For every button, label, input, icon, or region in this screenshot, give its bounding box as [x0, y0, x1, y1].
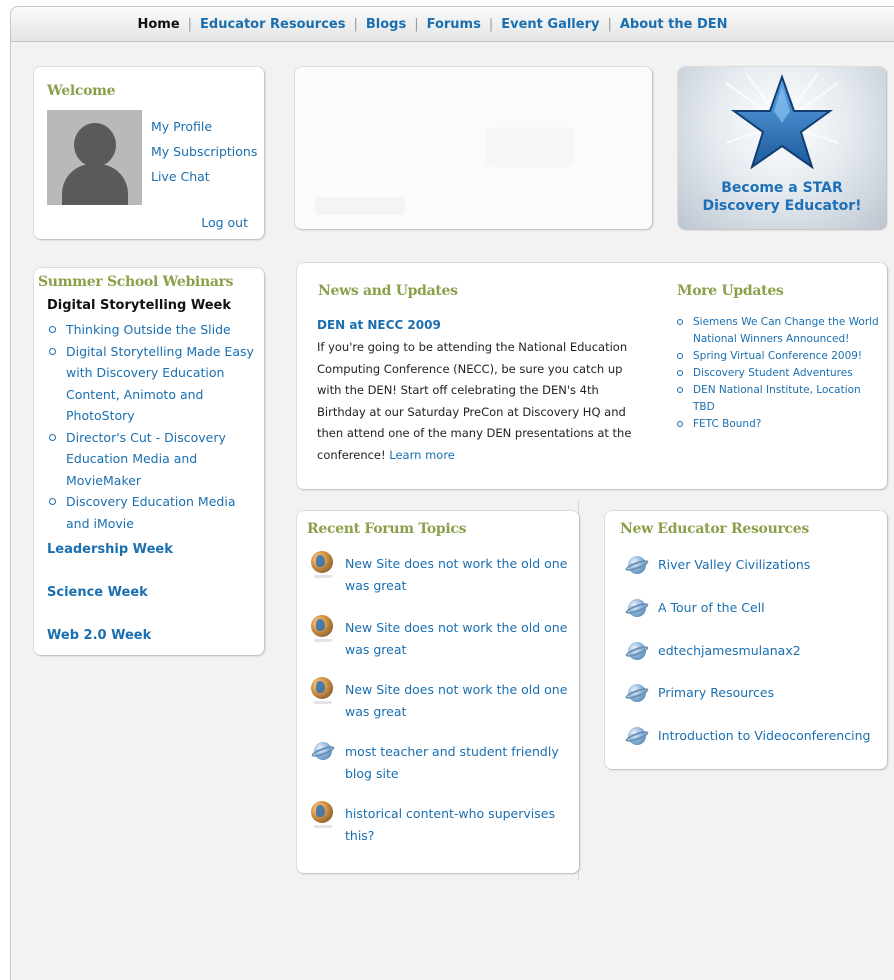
resource-link[interactable]: Primary Resources [658, 685, 774, 700]
forum-title: Recent Forum Topics [307, 521, 467, 537]
list-item: FETC Bound? [677, 416, 882, 433]
list-item: Thinking Outside the Slide [47, 319, 262, 341]
list-item: Primary Resources [624, 681, 885, 707]
session-link[interactable]: Thinking Outside the Slide [66, 322, 231, 337]
update-link[interactable]: DEN National Institute, Location TBD [693, 384, 861, 413]
my-profile-link[interactable]: My Profile [151, 114, 257, 139]
satellite-globe-icon [624, 681, 650, 705]
science-week-link[interactable]: Science Week [47, 585, 148, 600]
list-item: Discovery Education Media and iMovie [47, 491, 262, 534]
web20-week-link[interactable]: Web 2.0 Week [47, 628, 151, 643]
forum-topic-link[interactable]: New Site does not work the old one was g… [345, 617, 570, 661]
list-item: Digital Storytelling Made Easy with Disc… [47, 341, 262, 427]
my-subscriptions-link[interactable]: My Subscriptions [151, 139, 257, 164]
more-updates-list: Siemens We Can Change the World National… [677, 314, 882, 433]
resource-link[interactable]: edtechjamesmulanax2 [658, 643, 801, 658]
news-body-text: If you're going to be attending the Nati… [317, 340, 632, 462]
star-banner-text: Become a STAR Discovery Educator! [678, 179, 886, 215]
satellite-globe-icon [624, 724, 650, 748]
nav-blogs[interactable]: Blogs [366, 17, 406, 32]
news-body: If you're going to be attending the Nati… [317, 337, 649, 466]
resources-title: New Educator Resources [620, 521, 809, 537]
nav-educator-resources[interactable]: Educator Resources [200, 17, 345, 32]
star-banner-line1: Become a STAR [721, 180, 843, 196]
list-item: edtechjamesmulanax2 [624, 639, 885, 665]
forum-topic-link[interactable]: New Site does not work the old one was g… [345, 679, 570, 723]
star-icon [726, 73, 838, 170]
forum-topic-link[interactable]: historical content-who supervises this? [345, 803, 570, 847]
news-title: News and Updates [318, 283, 458, 299]
resources-panel: New Educator Resources River Valley Civi… [605, 511, 887, 769]
nav-separator: | [187, 16, 193, 32]
satellite-globe-icon [624, 553, 650, 577]
list-item: A Tour of the Cell [624, 596, 885, 622]
learn-more-link[interactable]: Learn more [389, 448, 455, 462]
star-banner-line2: Discovery Educator! [702, 198, 862, 214]
resource-link[interactable]: A Tour of the Cell [658, 600, 765, 615]
feature-banner[interactable] [295, 67, 652, 229]
welcome-panel: Welcome My Profile My Subscriptions Live… [34, 67, 264, 239]
logout-link[interactable]: Log out [201, 215, 248, 230]
list-item: DEN National Institute, Location TBD [677, 382, 882, 416]
session-link[interactable]: Director's Cut - Discovery Education Med… [66, 430, 226, 488]
list-item: Introduction to Videoconferencing [624, 724, 885, 750]
leadership-week-link[interactable]: Leadership Week [47, 542, 173, 557]
feature-faded-graphic [485, 127, 575, 167]
satellite-globe-icon [624, 596, 650, 620]
welcome-title: Welcome [47, 83, 116, 99]
earth-globe-icon [311, 551, 333, 578]
nav-separator: | [607, 16, 612, 32]
satellite-globe-icon [624, 639, 650, 663]
forum-topic-link[interactable]: New Site does not work the old one was g… [345, 553, 570, 597]
list-item: Director's Cut - Discovery Education Med… [47, 427, 262, 492]
nav-separator: | [353, 16, 358, 32]
feature-faded-graphic [315, 197, 405, 215]
page-frame: Home | Educator Resources | Blogs | Foru… [10, 6, 894, 980]
update-link[interactable]: Spring Virtual Conference 2009! [693, 350, 862, 362]
satellite-globe-icon [310, 739, 336, 763]
session-link[interactable]: Digital Storytelling Made Easy with Disc… [66, 344, 254, 424]
nav-home[interactable]: Home [137, 17, 179, 32]
update-link[interactable]: FETC Bound? [693, 418, 761, 430]
star-educator-banner[interactable]: Become a STAR Discovery Educator! [678, 67, 886, 229]
forum-panel: Recent Forum Topics New Site does not wo… [297, 511, 579, 873]
list-item: Discovery Student Adventures [677, 365, 882, 382]
earth-globe-icon [311, 801, 333, 828]
top-navigation: Home | Educator Resources | Blogs | Foru… [11, 7, 894, 42]
earth-globe-icon [311, 677, 333, 704]
resource-link[interactable]: River Valley Civilizations [658, 557, 810, 572]
welcome-links: My Profile My Subscriptions Live Chat [151, 114, 257, 189]
list-item: River Valley Civilizations [624, 553, 885, 579]
nav-separator: | [488, 16, 494, 32]
forum-topic-link[interactable]: most teacher and student friendly blog s… [345, 741, 570, 785]
earth-globe-icon [311, 615, 333, 642]
update-link[interactable]: Discovery Student Adventures [693, 367, 853, 379]
news-headline-link[interactable]: DEN at NECC 2009 [317, 318, 441, 332]
live-chat-link[interactable]: Live Chat [151, 164, 257, 189]
webinars-panel: Summer School Webinars Digital Storytell… [34, 268, 264, 655]
update-link[interactable]: Siemens We Can Change the World National… [693, 316, 879, 345]
list-item: Spring Virtual Conference 2009! [677, 348, 882, 365]
webinars-title: Summer School Webinars [38, 274, 234, 290]
session-list: Thinking Outside the Slide Digital Story… [47, 319, 262, 534]
resource-link[interactable]: Introduction to Videoconferencing [658, 728, 870, 743]
avatar-body-shape [62, 164, 128, 205]
nav-separator: | [414, 16, 419, 32]
session-link[interactable]: Discovery Education Media and iMovie [66, 494, 235, 531]
nav-forums[interactable]: Forums [427, 17, 481, 32]
more-updates-title: More Updates [677, 283, 784, 299]
news-panel: News and Updates DEN at NECC 2009 If you… [297, 263, 887, 489]
nav-about-den[interactable]: About the DEN [620, 17, 728, 32]
avatar [47, 110, 142, 205]
nav-event-gallery[interactable]: Event Gallery [501, 17, 599, 32]
current-week-title: Digital Storytelling Week [47, 298, 232, 313]
list-item: Siemens We Can Change the World National… [677, 314, 882, 348]
avatar-head-shape [74, 123, 116, 167]
